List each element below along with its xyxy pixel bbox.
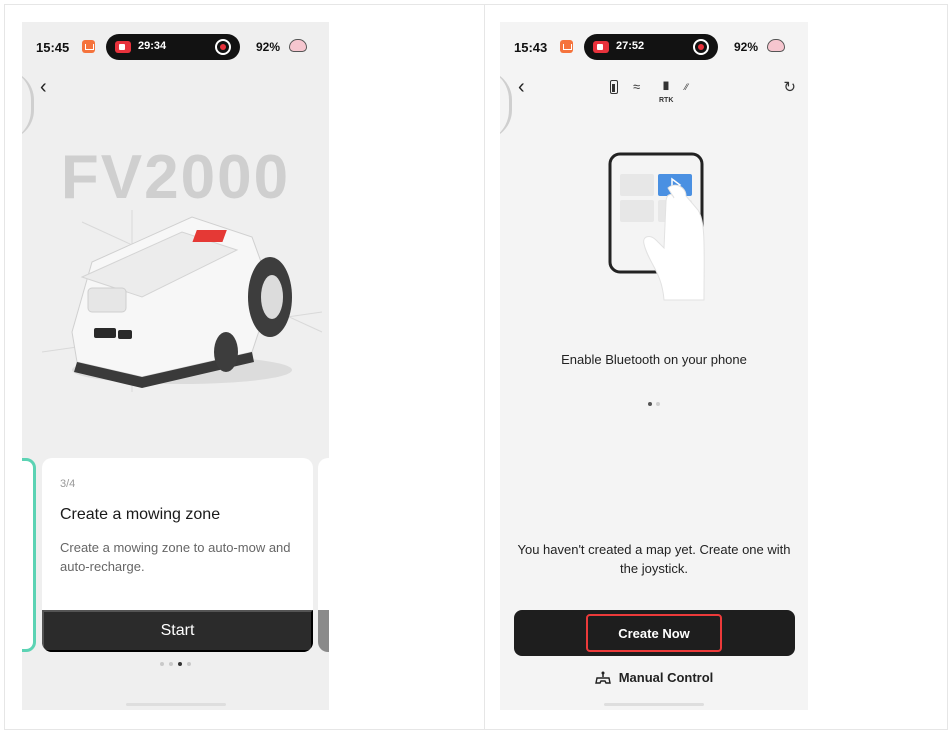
right-phone-screen: 15:43 27:52 92% ‹ ≈ █ RTK ⁄⁄ ↻ Enable Blu… (500, 22, 808, 710)
mower-image (41, 210, 323, 392)
status-bar: 15:45 29:34 92% (22, 30, 329, 66)
page-dot[interactable] (187, 662, 191, 666)
manual-control-link[interactable]: Manual Control (500, 670, 808, 685)
previous-card-peek[interactable] (22, 458, 36, 652)
recording-timer: 29:34 (138, 40, 167, 52)
edge-decoration (22, 70, 34, 140)
brain-icon (767, 39, 785, 52)
screen-record-icon (115, 41, 131, 53)
manual-control-label: Manual Control (618, 670, 714, 685)
device-status-icons: ≈ █ RTK ⁄⁄ (607, 79, 699, 104)
bluetooth-illustration (608, 152, 705, 301)
create-now-button[interactable]: Create Now (586, 614, 722, 652)
page-dot[interactable] (656, 402, 660, 406)
panel-divider (484, 4, 485, 730)
onboarding-card: 3/4 Create a mowing zone Create a mowing… (42, 458, 313, 652)
edge-decoration (500, 70, 512, 140)
next-card-peek[interactable] (318, 458, 329, 652)
page-dot[interactable] (169, 662, 173, 666)
step-counter: 3/4 (60, 478, 76, 490)
battery-icon (610, 80, 618, 94)
page-dot[interactable] (160, 662, 164, 666)
status-time: 15:45 (36, 40, 70, 55)
back-button[interactable]: ‹ (518, 76, 525, 99)
battery-level: 92% (734, 40, 759, 54)
brain-icon (289, 39, 307, 52)
joystick-icon (594, 671, 611, 684)
no-map-message: You haven't created a map yet. Create on… (517, 542, 791, 576)
stop-record-icon[interactable] (215, 39, 231, 55)
recording-pill[interactable]: 27:52 (584, 34, 718, 60)
bluetooth-instruction: Enable Bluetooth on your phone (561, 352, 747, 367)
recording-timer: 27:52 (616, 40, 645, 52)
card-title: Create a mowing zone (60, 506, 221, 523)
refresh-icon[interactable]: ↻ (783, 78, 796, 96)
app-notification-icon (82, 40, 95, 53)
rtk-icon: █ RTK (659, 83, 674, 104)
page-dot-active[interactable] (178, 662, 182, 666)
recording-pill[interactable]: 29:34 (106, 34, 240, 60)
stop-record-icon[interactable] (693, 39, 709, 55)
card-description: Create a mowing zone to auto-mow and aut… (60, 540, 291, 574)
page-dot-active[interactable] (648, 402, 652, 406)
home-indicator[interactable] (604, 703, 704, 706)
left-phone-screen: 15:45 29:34 92% ‹ FV2000 3/4 Create a mo… (22, 22, 329, 710)
status-bar: 15:43 27:52 92% (500, 30, 808, 66)
battery-level: 92% (256, 40, 281, 54)
wifi-icon: ≈ (633, 79, 641, 94)
start-button[interactable]: Start (42, 610, 313, 652)
screen-record-icon (593, 41, 609, 53)
status-time: 15:43 (514, 40, 548, 55)
app-notification-icon (560, 40, 573, 53)
carousel-pagination (22, 662, 329, 666)
home-indicator[interactable] (126, 703, 226, 706)
back-button[interactable]: ‹ (40, 76, 47, 99)
rtk-label: RTK (659, 97, 674, 104)
signal-icon: ⁄⁄ (685, 82, 689, 92)
carousel-pagination (500, 402, 808, 406)
create-now-bar[interactable]: Create Now (514, 610, 795, 656)
